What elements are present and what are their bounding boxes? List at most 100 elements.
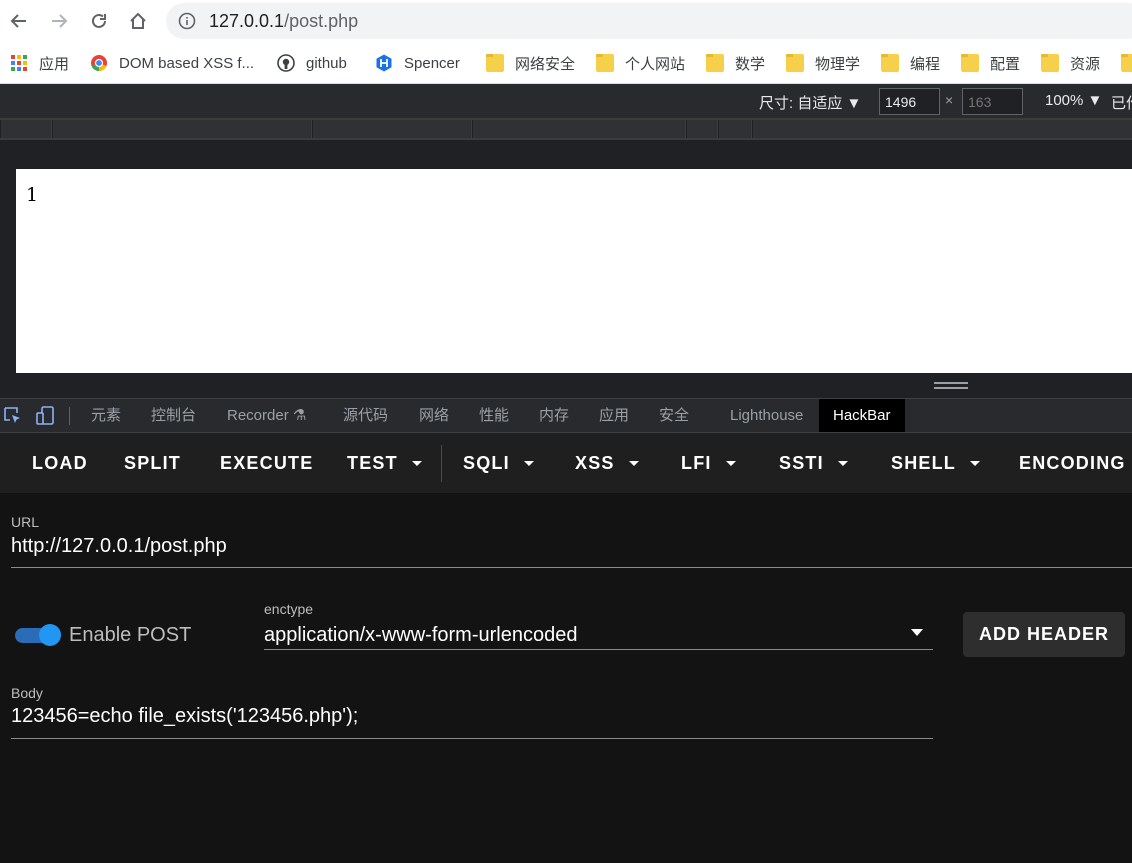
ruler-segment[interactable] [686,120,717,138]
bookmark-github[interactable]: github [277,52,347,74]
url-host: 127.0.0.1 [209,11,285,31]
chevron-down-icon [837,461,848,466]
resize-handle[interactable] [934,382,968,390]
lfi-dropdown[interactable]: LFI [681,453,736,474]
ruler-segment[interactable] [718,120,751,138]
tab-application[interactable]: 应用 [599,399,629,432]
bookmark-label: 编程 [910,55,941,73]
xss-dropdown[interactable]: XSS [575,453,639,474]
sqli-label: SQLI [463,453,510,473]
device-toolbar: 尺寸: 自适应 ▼ × 100% ▼ 已作 [0,84,1132,118]
bookmark-spencer[interactable]: Spencer [375,52,460,74]
chevron-down-icon [411,461,422,466]
bookmark-folder-math[interactable]: 数学 [706,52,765,74]
sqli-dropdown[interactable]: SQLI [463,453,534,474]
bookmarks-bar: 应用 DOM based XSS f... github Spencer 网络安… [0,42,1132,84]
split-button[interactable]: SPLIT [124,453,181,474]
bookmark-folder-overflow[interactable] [1121,52,1132,74]
tab-sources[interactable]: 源代码 [343,399,388,432]
throttle-dropdown[interactable]: 已作 [1111,92,1132,113]
info-icon[interactable] [178,12,196,30]
bookmark-apps[interactable]: 应用 [10,52,69,74]
back-arrow-icon [10,14,26,28]
bookmark-label: 配置 [990,55,1021,73]
bookmark-dom-xss[interactable]: DOM based XSS f... [90,52,254,74]
ruler-segment[interactable] [752,120,1132,138]
bookmark-folder-security[interactable]: 网络安全 [486,52,575,74]
folder-icon [786,54,804,72]
folder-icon [961,54,979,72]
url-field-label: URL [11,514,40,530]
tab-performance[interactable]: 性能 [479,399,509,432]
bookmark-folder-resources[interactable]: 资源 [1041,52,1100,74]
ruler-segment[interactable] [312,120,471,138]
back-button[interactable] [4,6,34,36]
bookmark-label: 应用 [39,55,70,73]
ruler-segment[interactable] [52,120,311,138]
shell-label: SHELL [891,453,957,473]
encoding-label: ENCODING [1019,453,1126,473]
tab-network[interactable]: 网络 [419,399,449,432]
folder-icon [706,54,724,72]
enctype-label: enctype [264,601,314,617]
width-input[interactable] [879,88,940,115]
reload-button[interactable] [84,6,114,36]
home-icon [130,12,146,29]
forward-button[interactable] [44,6,74,36]
bookmark-folder-config[interactable]: 配置 [961,52,1020,74]
shell-dropdown[interactable]: SHELL [891,453,981,474]
hexagon-h-icon [376,54,392,72]
forward-arrow-icon [52,14,68,28]
load-button[interactable]: LOAD [32,453,88,474]
tab-hackbar[interactable]: HackBar [819,399,905,432]
apps-grid-icon [11,55,27,71]
hackbar-panel: URL http://127.0.0.1/post.php Enable POS… [0,493,1132,863]
chevron-down-icon[interactable] [911,629,923,636]
bookmark-folder-programming[interactable]: 编程 [881,52,940,74]
media-query-ruler [0,118,1132,140]
enable-post-toggle[interactable] [13,624,61,646]
tab-recorder[interactable]: Recorder ⚗ [227,399,306,432]
hackbar-menu: LOAD SPLIT EXECUTE TEST SQLI XSS LFI SST… [0,433,1132,493]
device-toggle-icon[interactable] [35,406,55,426]
add-header-button[interactable]: ADD HEADER [963,612,1125,657]
ssti-dropdown[interactable]: SSTI [779,453,848,474]
tab-console[interactable]: 控制台 [151,399,196,432]
execute-button[interactable]: EXECUTE [220,453,313,474]
browser-toolbar: 127.0.0.1/post.php [0,0,1132,42]
bookmark-label: 数学 [735,55,766,73]
enctype-underline [264,649,933,650]
height-input[interactable] [962,88,1023,115]
home-button[interactable] [123,6,153,36]
bookmark-folder-physics[interactable]: 物理学 [786,52,860,74]
encoding-dropdown[interactable]: ENCODING [1019,453,1126,474]
test-dropdown[interactable]: TEST [347,453,422,474]
bookmark-folder-personal-site[interactable]: 个人网站 [596,52,685,74]
tab-memory[interactable]: 内存 [539,399,569,432]
enctype-select[interactable]: application/x-www-form-urlencoded [264,624,577,647]
chevron-down-icon [970,461,981,466]
body-input[interactable]: 123456=echo file_exists('123456.php'); [11,705,358,728]
page-viewport: 1 [16,169,1132,373]
bookmark-label: 网络安全 [515,55,576,73]
ruler-segment[interactable] [472,120,685,138]
github-icon [277,54,295,72]
tab-elements[interactable]: 元素 [91,399,121,432]
ruler-segment[interactable] [0,120,51,138]
address-bar[interactable]: 127.0.0.1/post.php [166,3,1132,39]
zoom-dropdown[interactable]: 100% ▼ [1045,92,1102,109]
page-output: 1 [26,184,39,206]
tab-security[interactable]: 安全 [659,399,689,432]
ssti-label: SSTI [779,453,824,473]
folder-icon [486,54,504,72]
tab-lighthouse[interactable]: Lighthouse [730,399,803,432]
tab-separator [69,407,70,425]
dimensions-dropdown[interactable]: 尺寸: 自适应 ▼ [759,92,861,113]
address-url[interactable]: 127.0.0.1/post.php [209,11,358,32]
body-label: Body [11,685,43,701]
url-path: /post.php [284,11,359,31]
url-input[interactable]: http://127.0.0.1/post.php [11,535,227,558]
url-input-underline [11,567,1132,568]
menu-divider [441,445,442,482]
inspect-element-icon[interactable] [3,406,23,426]
